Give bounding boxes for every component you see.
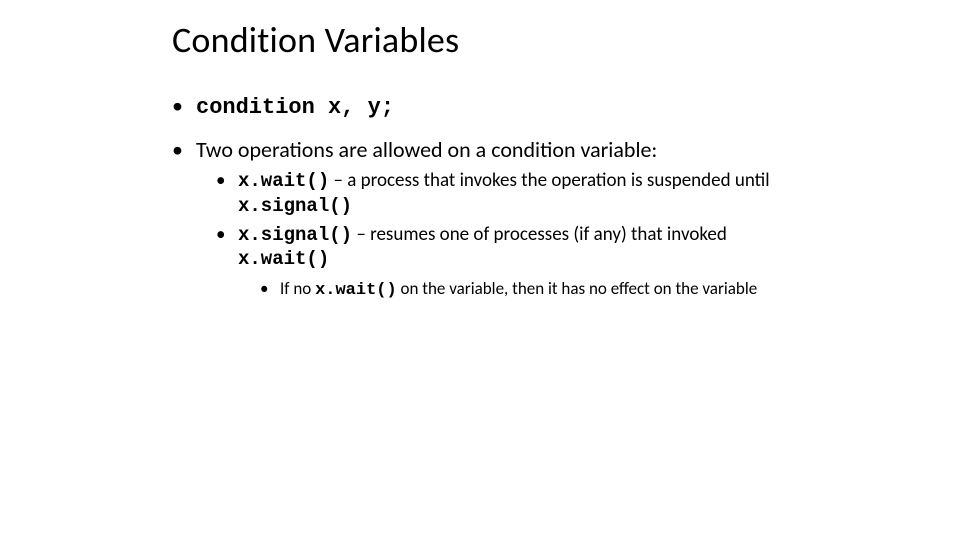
bullet-no-effect: If no x.wait() on the variable, then it … xyxy=(260,278,792,301)
bullet-two-operations: Two operations are allowed on a conditio… xyxy=(172,136,792,302)
bullet-wait: x.wait() – a process that invokes the op… xyxy=(216,169,792,219)
code-wait-inline: x.wait() xyxy=(238,248,329,270)
code-signal-inline: x.signal() xyxy=(238,195,352,217)
code-signal: x.signal() xyxy=(238,224,352,246)
text-ifno-b: on the variable, then it has no effect o… xyxy=(397,278,758,299)
bullet-signal: x.signal() – resumes one of processes (i… xyxy=(216,223,792,302)
bullet-list-level3: If no x.wait() on the variable, then it … xyxy=(238,278,792,301)
text-signal-desc: – resumes one of processes (if any) that… xyxy=(352,223,727,246)
slide-body: condition x, y; Two operations are allow… xyxy=(172,92,792,315)
bullet-list-level1: condition x, y; Two operations are allow… xyxy=(172,92,792,301)
slide-title: Condition Variables xyxy=(172,18,459,62)
text-ifno-a: If no xyxy=(280,278,315,299)
bullet-condition-decl: condition x, y; xyxy=(172,92,792,122)
slide: Condition Variables condition x, y; Two … xyxy=(0,0,960,540)
text-wait-desc: – a process that invokes the operation i… xyxy=(329,169,769,192)
code-wait: x.wait() xyxy=(238,170,329,192)
code-condition-decl: condition x, y; xyxy=(196,95,394,120)
code-wait-inline2: x.wait() xyxy=(315,281,397,300)
bullet-list-level2: x.wait() – a process that invokes the op… xyxy=(196,169,792,301)
text-two-operations: Two operations are allowed on a conditio… xyxy=(196,136,657,163)
